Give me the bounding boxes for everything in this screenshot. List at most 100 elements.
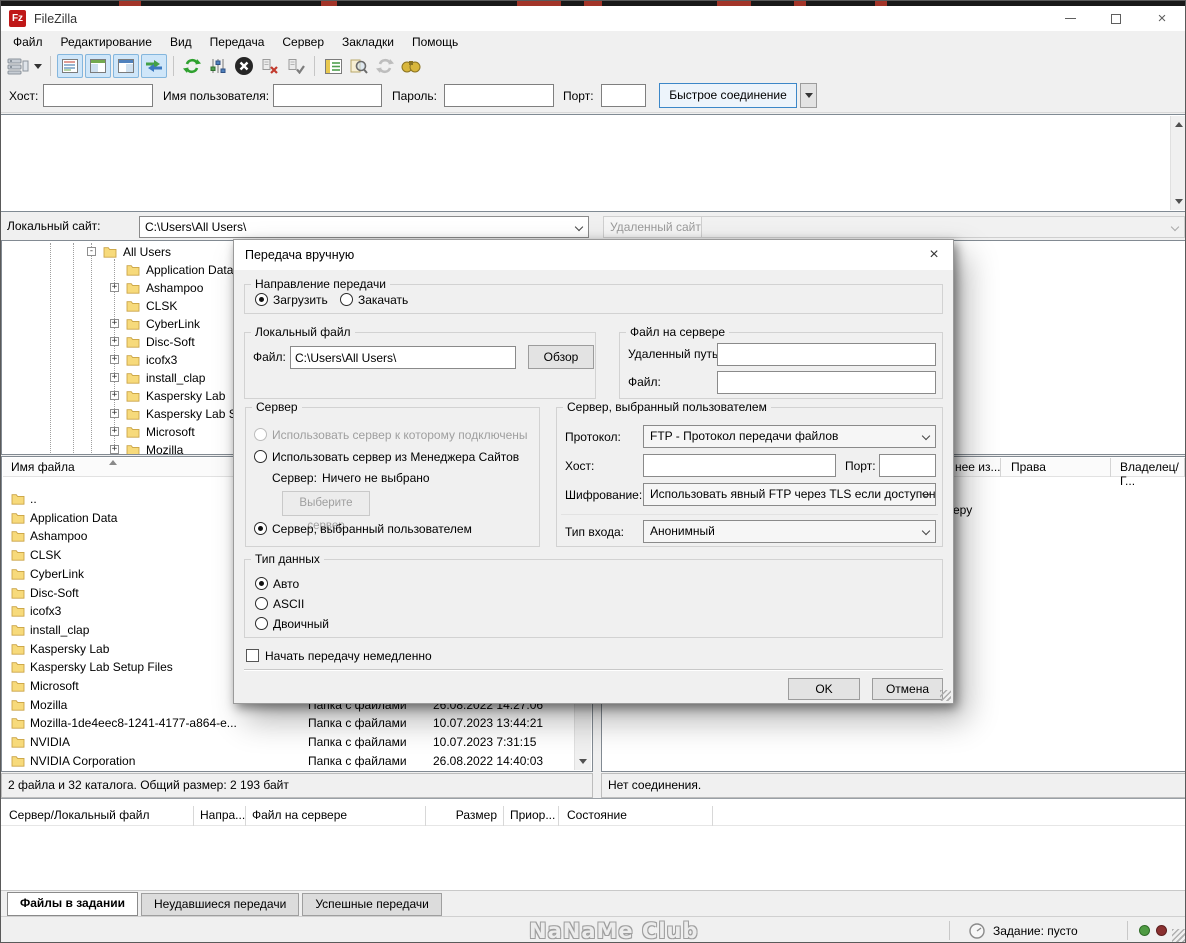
- collapse-icon[interactable]: -: [87, 247, 96, 256]
- radio-binary-label[interactable]: Двоичный: [273, 617, 329, 631]
- speed-limits-icon[interactable]: [969, 923, 985, 939]
- column-divider[interactable]: [1110, 458, 1111, 477]
- menu-item-transfer[interactable]: Передача: [201, 32, 274, 52]
- expand-icon[interactable]: +: [110, 319, 119, 328]
- resize-grip[interactable]: [1172, 929, 1185, 942]
- file-search-button[interactable]: [346, 54, 372, 78]
- expand-icon[interactable]: +: [110, 409, 119, 418]
- dialog-resize-grip[interactable]: [940, 690, 951, 701]
- close-button[interactable]: ×: [1139, 6, 1185, 31]
- radio-ascii-label[interactable]: ASCII: [273, 597, 304, 611]
- toggle-queue-button[interactable]: [141, 54, 167, 78]
- radio-auto-label[interactable]: Авто: [273, 577, 299, 591]
- menu-item-edit[interactable]: Редактирование: [52, 32, 161, 52]
- ok-button[interactable]: OK: [788, 678, 860, 700]
- tab-queued-files[interactable]: Файлы в задании: [7, 892, 138, 916]
- remote-permissions-column-header[interactable]: Права: [1011, 460, 1046, 474]
- remote-owner-column-header[interactable]: Владелец/Г...: [1120, 460, 1185, 488]
- toggle-remote-tree-button[interactable]: [113, 54, 139, 78]
- queue-col-priority[interactable]: Приор...: [504, 806, 559, 826]
- filename-column-header[interactable]: Имя файла: [11, 460, 75, 474]
- site-manager-button[interactable]: [5, 54, 31, 78]
- file-row[interactable]: NVIDIA Corporation Папка с файлами 26.08.2…: [3, 752, 574, 770]
- menu-item-bookmarks[interactable]: Закладки: [333, 32, 403, 52]
- dialog-host-input[interactable]: [643, 454, 836, 477]
- tab-failed-transfers[interactable]: Неудавшиеся передачи: [140, 893, 300, 916]
- queue-col-size[interactable]: Размер: [426, 806, 504, 826]
- password-input[interactable]: [444, 84, 554, 107]
- radio-use-sitemanager-server[interactable]: [254, 450, 267, 463]
- toggle-local-tree-button[interactable]: [85, 54, 111, 78]
- protocol-select[interactable]: FTP - Протокол передачи файлов: [643, 425, 936, 448]
- radio-binary[interactable]: [255, 617, 268, 630]
- maximize-button[interactable]: [1093, 6, 1139, 31]
- port-input[interactable]: [601, 84, 646, 107]
- radio-download[interactable]: [255, 293, 268, 306]
- queue-col-localfile[interactable]: Сервер/Локальный файл: [1, 806, 194, 826]
- host-input[interactable]: [43, 84, 153, 107]
- expand-icon[interactable]: +: [110, 373, 119, 382]
- maximize-icon: [1111, 13, 1121, 24]
- dialog-port-input[interactable]: [879, 454, 936, 477]
- expand-icon[interactable]: +: [110, 355, 119, 364]
- expand-icon[interactable]: +: [110, 445, 119, 454]
- queue-col-remotefile[interactable]: Файл на сервере: [246, 806, 426, 826]
- start-immediately-label[interactable]: Начать передачу немедленно: [265, 649, 432, 663]
- disconnect-button[interactable]: [257, 54, 283, 78]
- minimize-button[interactable]: [1047, 6, 1093, 31]
- browse-button[interactable]: Обзор: [528, 345, 594, 369]
- start-immediately-checkbox[interactable]: [246, 649, 259, 662]
- file-modified: 26.08.2022 14:40:03: [433, 753, 544, 768]
- menu-item-view[interactable]: Вид: [161, 32, 201, 52]
- radio-auto[interactable]: [255, 577, 268, 590]
- expand-icon[interactable]: +: [110, 337, 119, 346]
- toggle-log-button[interactable]: [57, 54, 83, 78]
- cancel-button[interactable]: Отмена: [872, 678, 943, 700]
- column-divider[interactable]: [1000, 458, 1001, 477]
- queue-col-status[interactable]: Состояние: [559, 806, 713, 826]
- logon-type-select[interactable]: Анонимный: [643, 520, 936, 543]
- radio-custom-server[interactable]: [254, 522, 267, 535]
- directory-comparison-button[interactable]: [398, 54, 424, 78]
- file-name: Kaspersky Lab: [30, 641, 110, 656]
- radio-upload-label[interactable]: Закачать: [358, 293, 408, 307]
- radio-upload[interactable]: [340, 293, 353, 306]
- radio-ascii[interactable]: [255, 597, 268, 610]
- local-site-combobox[interactable]: C:\Users\All Users\: [139, 216, 589, 238]
- radio-custom-server-label[interactable]: Сервер, выбранный пользователем: [272, 522, 472, 536]
- expand-icon[interactable]: +: [110, 427, 119, 436]
- filter-button[interactable]: [320, 54, 346, 78]
- reconnect-button[interactable]: [283, 54, 309, 78]
- quickconnect-button[interactable]: Быстрое соединение: [659, 83, 797, 108]
- remote-modified-column-header[interactable]: нее из...: [955, 460, 1001, 474]
- encryption-select[interactable]: Использовать явный FTP через TLS если до…: [643, 483, 936, 506]
- toolbar-separator: [314, 56, 315, 76]
- menu-item-file[interactable]: Файл: [4, 32, 52, 52]
- quickconnect-dropdown-button[interactable]: [800, 83, 817, 108]
- menu-item-help[interactable]: Помощь: [403, 32, 467, 52]
- file-row[interactable]: NVIDIA Папка с файлами 10.07.2023 7:31:15: [3, 733, 574, 752]
- custom-server-group-label: Сервер, выбранный пользователем: [563, 400, 771, 414]
- remote-site-label: Удаленный сайт:: [603, 216, 712, 238]
- remote-path-input[interactable]: [717, 343, 936, 366]
- process-queue-button[interactable]: [205, 54, 231, 78]
- radio-use-sitemanager-server-label[interactable]: Использовать сервер из Менеджера Сайтов: [272, 450, 519, 464]
- queue-col-direction[interactable]: Напра...: [194, 806, 246, 826]
- expand-icon[interactable]: +: [110, 391, 119, 400]
- log-scrollbar[interactable]: [1170, 116, 1185, 210]
- radio-download-label[interactable]: Загрузить: [273, 293, 328, 307]
- refresh-button[interactable]: [179, 54, 205, 78]
- remote-file-input[interactable]: [717, 371, 936, 394]
- synchronized-browsing-button[interactable]: [372, 54, 398, 78]
- local-file-input[interactable]: [290, 346, 516, 369]
- menu-item-server[interactable]: Сервер: [273, 32, 333, 52]
- logon-type-label: Тип входа:: [565, 525, 624, 539]
- username-input[interactable]: [273, 84, 382, 107]
- site-manager-dropdown-button[interactable]: [31, 54, 45, 78]
- file-row[interactable]: Mozilla-1de4eec8-1241-4177-a864-e... Папк…: [3, 714, 574, 733]
- column-divider[interactable]: [1184, 458, 1185, 477]
- dialog-close-button[interactable]: ×: [925, 246, 943, 264]
- tab-successful-transfers[interactable]: Успешные передачи: [302, 893, 442, 916]
- cancel-button-toolbar[interactable]: [231, 54, 257, 78]
- expand-icon[interactable]: +: [110, 283, 119, 292]
